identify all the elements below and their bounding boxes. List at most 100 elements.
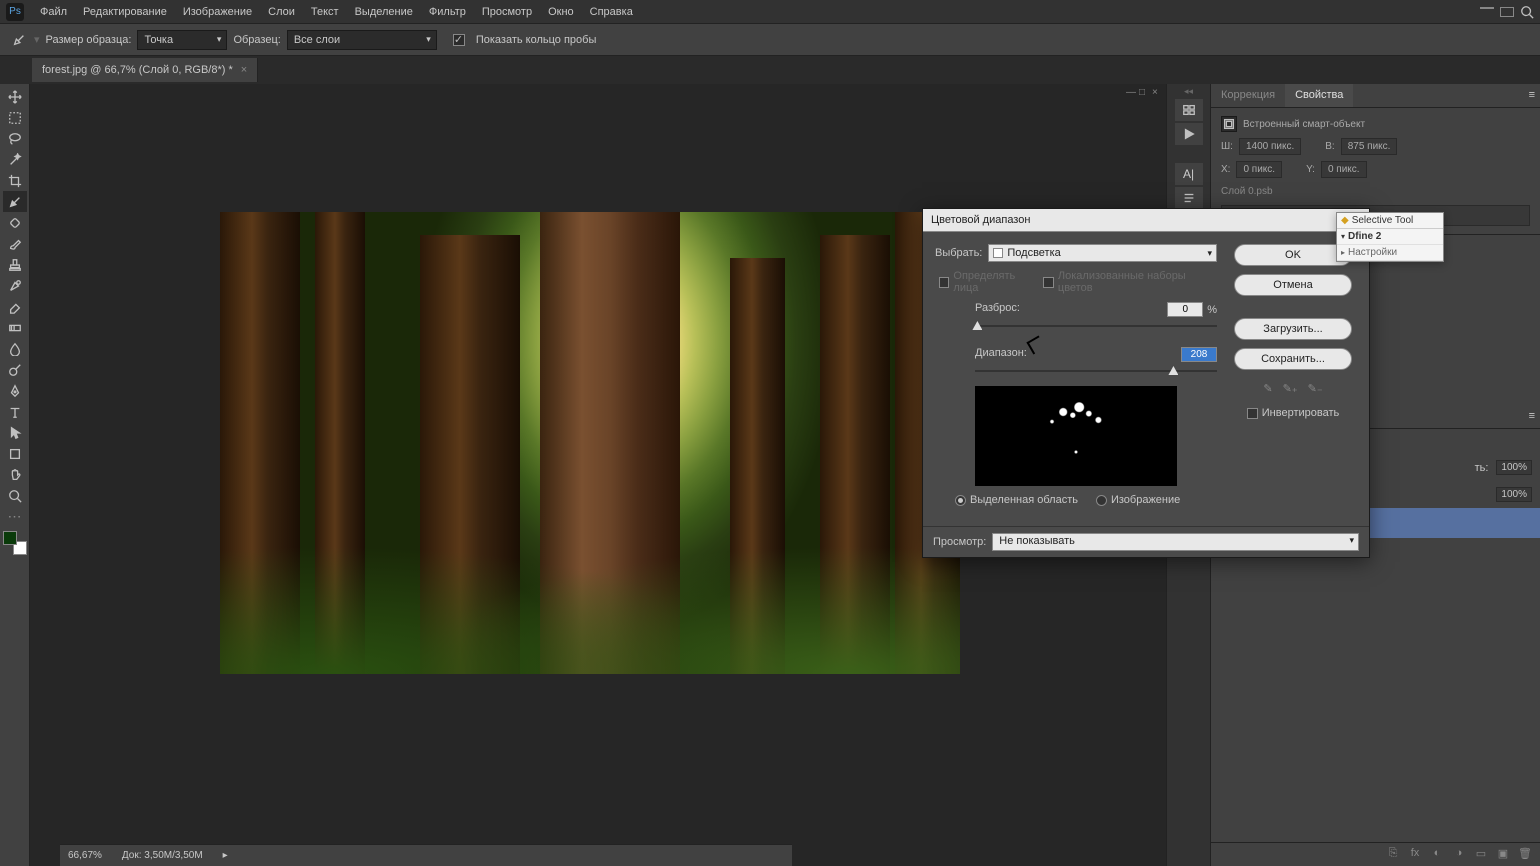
load-button[interactable]: Загрузить... — [1234, 318, 1352, 340]
zoom-tool[interactable] — [3, 485, 27, 506]
layers-menu-icon[interactable]: ≡ — [1524, 405, 1540, 428]
selective-tool-floater[interactable]: ◆Selective Tool ▾Dfine 2 ▸Настройки — [1336, 212, 1444, 262]
localized-label: Локализованные наборы цветов — [1058, 270, 1213, 294]
blur-tool[interactable] — [3, 338, 27, 359]
restore-icon[interactable] — [1500, 7, 1514, 17]
current-tool-icon[interactable] — [8, 29, 30, 51]
color-range-dialog: Цветовой диапазон Выбрать: Подсветка Опр… — [922, 208, 1370, 558]
cancel-button[interactable]: Отмена — [1234, 274, 1352, 296]
heal-tool[interactable] — [3, 212, 27, 233]
floater-item[interactable]: Dfine 2 — [1348, 231, 1381, 242]
h-value: 875 пикс. — [1341, 138, 1398, 155]
eyedropper-tool[interactable] — [3, 191, 27, 212]
range-value[interactable] — [1181, 347, 1217, 362]
wand-tool[interactable] — [3, 149, 27, 170]
dodge-tool[interactable] — [3, 359, 27, 380]
crop-tool[interactable] — [3, 170, 27, 191]
w-value: 1400 пикс. — [1239, 138, 1301, 155]
sample-size-select[interactable]: Точка — [137, 30, 227, 50]
invert-label: Инвертировать — [1262, 407, 1339, 419]
history-brush-tool[interactable] — [3, 275, 27, 296]
range-slider[interactable] — [975, 364, 1217, 378]
panel-paragraph-icon[interactable] — [1175, 187, 1203, 209]
fuzziness-value[interactable] — [1167, 302, 1203, 317]
color-swatches[interactable] — [3, 531, 27, 555]
menu-file[interactable]: Файл — [32, 2, 75, 22]
gradient-tool[interactable] — [3, 317, 27, 338]
radio-image[interactable]: Изображение — [1096, 494, 1180, 506]
eraser-tool[interactable] — [3, 296, 27, 317]
adjustment-icon[interactable]: ◑ — [1452, 847, 1466, 862]
tab-properties[interactable]: Свойства — [1285, 84, 1353, 107]
stamp-tool[interactable] — [3, 254, 27, 275]
lasso-tool[interactable] — [3, 128, 27, 149]
fuzziness-unit: % — [1207, 304, 1217, 316]
opacity-value[interactable]: 100% — [1496, 460, 1532, 475]
new-layer-icon[interactable]: ▣ — [1496, 847, 1510, 862]
expand-icon[interactable]: ▸ — [1341, 248, 1345, 257]
floater-title: Selective Tool — [1352, 215, 1414, 226]
marquee-tool[interactable] — [3, 107, 27, 128]
type-tool[interactable] — [3, 401, 27, 422]
panel-character-icon[interactable]: A| — [1175, 163, 1203, 185]
zoom-readout[interactable]: 66,67% — [68, 850, 102, 861]
x-value[interactable]: 0 пикс. — [1236, 161, 1282, 178]
eyedropper-minus-icon[interactable]: ✎₋ — [1308, 382, 1323, 395]
y-value[interactable]: 0 пикс. — [1321, 161, 1367, 178]
document-tab[interactable]: forest.jpg @ 66,7% (Слой 0, RGB/8*) * × — [32, 58, 258, 82]
menu-layer[interactable]: Слои — [260, 2, 303, 22]
group-icon[interactable]: ▭ — [1474, 847, 1488, 862]
brush-tool[interactable] — [3, 233, 27, 254]
dialog-title[interactable]: Цветовой диапазон — [923, 209, 1369, 232]
close-icon[interactable]: × — [241, 64, 247, 76]
menu-window[interactable]: Окно — [540, 2, 582, 22]
eyedropper-icon[interactable]: ✎ — [1263, 382, 1272, 395]
document-canvas[interactable] — [220, 212, 960, 674]
floater-settings[interactable]: Настройки — [1348, 247, 1397, 258]
fill-value[interactable]: 100% — [1496, 487, 1532, 502]
radio-selection[interactable]: Выделенная область — [955, 494, 1078, 506]
hand-tool[interactable] — [3, 464, 27, 485]
status-chevron-icon[interactable]: ▸ — [223, 850, 228, 861]
menu-type[interactable]: Текст — [303, 2, 347, 22]
move-tool[interactable] — [3, 86, 27, 107]
trash-icon[interactable]: 🗑 — [1518, 847, 1532, 862]
sample-select[interactable]: Все слои — [287, 30, 437, 50]
menu-view[interactable]: Просмотр — [474, 2, 540, 22]
menu-help[interactable]: Справка — [582, 2, 641, 22]
menu-edit[interactable]: Редактирование — [75, 2, 175, 22]
panel-menu-icon[interactable]: ≡ — [1524, 84, 1540, 107]
canvas-close-icon[interactable]: × — [1152, 87, 1162, 98]
app-logo: Ps — [6, 3, 24, 21]
link-icon[interactable]: ⎘ — [1386, 847, 1400, 862]
menu-filter[interactable]: Фильтр — [421, 2, 474, 22]
tab-correction[interactable]: Коррекция — [1211, 84, 1285, 107]
canvas-max-icon[interactable]: □ — [1139, 87, 1149, 98]
panel-play-icon[interactable] — [1175, 123, 1203, 145]
ok-button[interactable]: OK — [1234, 244, 1352, 266]
w-label: Ш: — [1221, 141, 1233, 152]
minimize-icon[interactable] — [1480, 7, 1494, 9]
path-select-tool[interactable] — [3, 422, 27, 443]
canvas-min-icon[interactable]: — — [1126, 87, 1136, 98]
toolbox: ⋯ — [0, 84, 30, 866]
menu-image[interactable]: Изображение — [175, 2, 260, 22]
search-icon[interactable] — [1520, 5, 1534, 19]
show-ring-checkbox[interactable] — [453, 34, 465, 46]
edit-toolbar[interactable]: ⋯ — [3, 506, 27, 527]
sample-label: Образец: — [233, 34, 280, 46]
eyedropper-plus-icon[interactable]: ✎₊ — [1283, 382, 1298, 395]
pen-tool[interactable] — [3, 380, 27, 401]
collapse-icon[interactable]: ▾ — [1341, 232, 1345, 241]
shape-tool[interactable] — [3, 443, 27, 464]
fx-icon[interactable]: fx — [1408, 847, 1422, 862]
invert-checkbox[interactable] — [1247, 408, 1258, 419]
x-label: X: — [1221, 164, 1230, 175]
save-button[interactable]: Сохранить... — [1234, 348, 1352, 370]
select-combo[interactable]: Подсветка — [988, 244, 1217, 262]
fuzziness-slider[interactable] — [975, 319, 1217, 333]
panel-history-icon[interactable] — [1175, 99, 1203, 121]
preview-combo[interactable]: Не показывать — [992, 533, 1359, 551]
mask-icon[interactable]: ◐ — [1430, 847, 1444, 862]
menu-select[interactable]: Выделение — [347, 2, 421, 22]
